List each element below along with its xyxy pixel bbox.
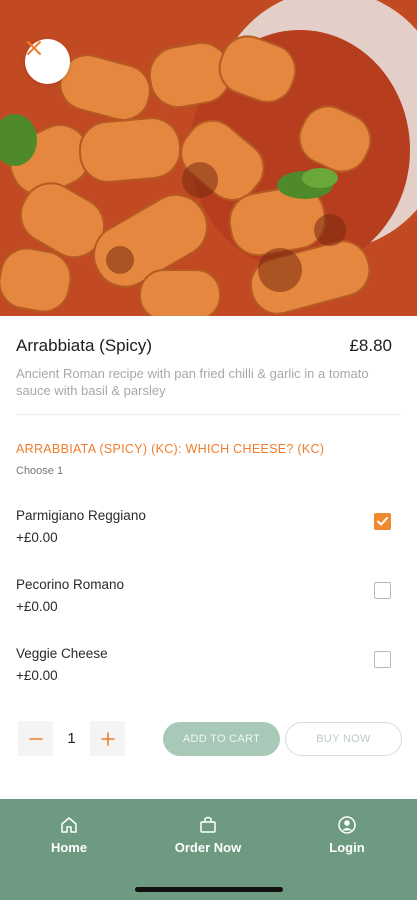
home-indicator [135,887,283,892]
quantity-value: 1 [67,730,76,747]
option-price: +£0.00 [16,599,58,614]
option-price: +£0.00 [16,530,58,545]
nav-item-home[interactable]: Home [14,815,124,855]
quantity-decrease-button[interactable] [18,721,53,756]
buy-now-button[interactable]: BUY NOW [285,722,402,756]
nav-item-order-now[interactable]: Order Now [153,815,263,855]
option-name: Veggie Cheese [16,646,108,661]
check-icon [377,517,388,526]
add-to-cart-button[interactable]: ADD TO CART [163,722,280,756]
nav-label-order-now: Order Now [174,840,242,855]
option-veggie-cheese[interactable]: Veggie Cheese +£0.00 [16,646,391,694]
bag-icon [200,816,216,833]
nav-label-login: Login [329,840,365,855]
option-name: Parmigiano Reggiano [16,508,146,523]
nav-label-home: Home [50,840,88,855]
option-checkbox[interactable] [374,651,391,668]
option-checkbox-checked[interactable] [374,513,391,530]
close-button[interactable] [25,39,70,84]
item-header: Arrabbiata (Spicy) £8.80 [16,336,392,356]
minus-icon [28,737,43,740]
quantity-increase-button[interactable] [90,721,125,756]
close-icon [27,41,41,55]
item-price: £8.80 [349,336,392,355]
bottom-nav: Home Order Now Login [0,799,417,900]
option-name: Pecorino Romano [16,577,125,592]
nav-item-login[interactable]: Login [292,815,402,855]
divider [16,414,401,415]
user-circle-icon [338,816,356,834]
option-price: +£0.00 [16,668,58,683]
option-group-subtitle: Choose 1 [16,465,64,477]
option-pecorino-romano[interactable]: Pecorino Romano +£0.00 [16,577,391,625]
item-image [0,0,417,316]
item-title: Arrabbiata (Spicy) [16,336,153,355]
home-icon [61,817,77,833]
plus-icon [100,731,115,746]
option-parmigiano-reggiano[interactable]: Parmigiano Reggiano +£0.00 [16,508,391,556]
item-description: Ancient Roman recipe with pan fried chil… [16,366,369,398]
option-checkbox[interactable] [374,582,391,599]
option-group-title: ARRABBIATA (SPICY) (KC): WHICH CHEESE? (… [16,442,325,456]
